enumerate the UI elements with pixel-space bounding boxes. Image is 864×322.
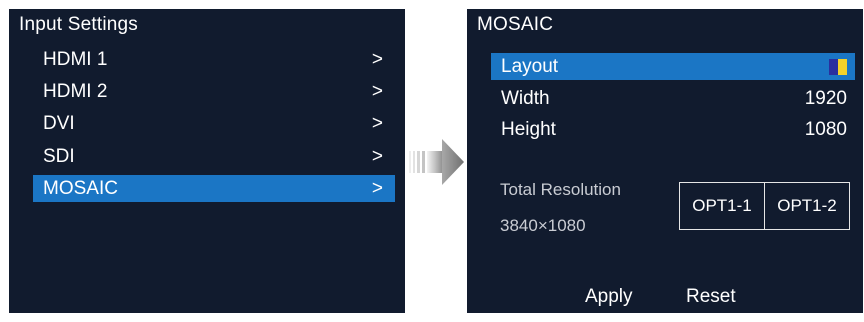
menu-item-label: HDMI 1: [43, 49, 108, 70]
output-cell-opt1-2[interactable]: OPT1-2: [764, 183, 849, 229]
chevron-right-icon: >: [371, 178, 383, 199]
menu-item-hdmi-1[interactable]: HDMI 1 >: [33, 46, 395, 73]
panel-title: MOSAIC: [477, 14, 554, 35]
menu-item-hdmi-2[interactable]: HDMI 2 >: [33, 78, 395, 105]
chevron-right-icon: >: [371, 81, 383, 102]
chevron-right-icon: >: [371, 49, 383, 70]
menu-item-mosaic[interactable]: MOSAIC >: [33, 175, 395, 202]
width-label: Width: [501, 88, 550, 109]
height-label: Height: [501, 119, 556, 140]
menu-item-sdi[interactable]: SDI >: [33, 143, 395, 170]
reset-button[interactable]: Reset: [686, 285, 736, 309]
height-row[interactable]: Height 1080: [491, 116, 855, 143]
total-resolution-label: Total Resolution: [500, 180, 621, 199]
layout-label: Layout: [501, 56, 559, 77]
input-settings-panel: Input Settings HDMI 1 > HDMI 2 > DVI > S…: [9, 9, 405, 313]
menu-item-label: HDMI 2: [43, 81, 108, 102]
menu-item-dvi[interactable]: DVI >: [33, 110, 395, 137]
menu-item-label: DVI: [43, 113, 75, 134]
layout-split-icon: [829, 59, 847, 75]
total-resolution-value: 3840×1080: [500, 216, 586, 235]
chevron-right-icon: >: [371, 113, 383, 134]
chevron-right-icon: >: [371, 146, 383, 167]
width-value: 1920: [804, 88, 847, 109]
menu-item-label: SDI: [43, 146, 75, 167]
mosaic-panel: MOSAIC Layout Width 1920 Height 1080 Tot…: [467, 9, 863, 313]
output-cell-opt1-1[interactable]: OPT1-1: [680, 183, 764, 229]
apply-button[interactable]: Apply: [585, 285, 633, 309]
output-layout-grid: OPT1-1 OPT1-2: [679, 182, 850, 230]
right-arrow-icon: [409, 139, 464, 185]
panel-title: Input Settings: [19, 14, 138, 35]
width-row[interactable]: Width 1920: [491, 85, 855, 112]
layout-row[interactable]: Layout: [491, 53, 855, 80]
menu-item-label: MOSAIC: [43, 178, 118, 199]
height-value: 1080: [804, 119, 847, 140]
